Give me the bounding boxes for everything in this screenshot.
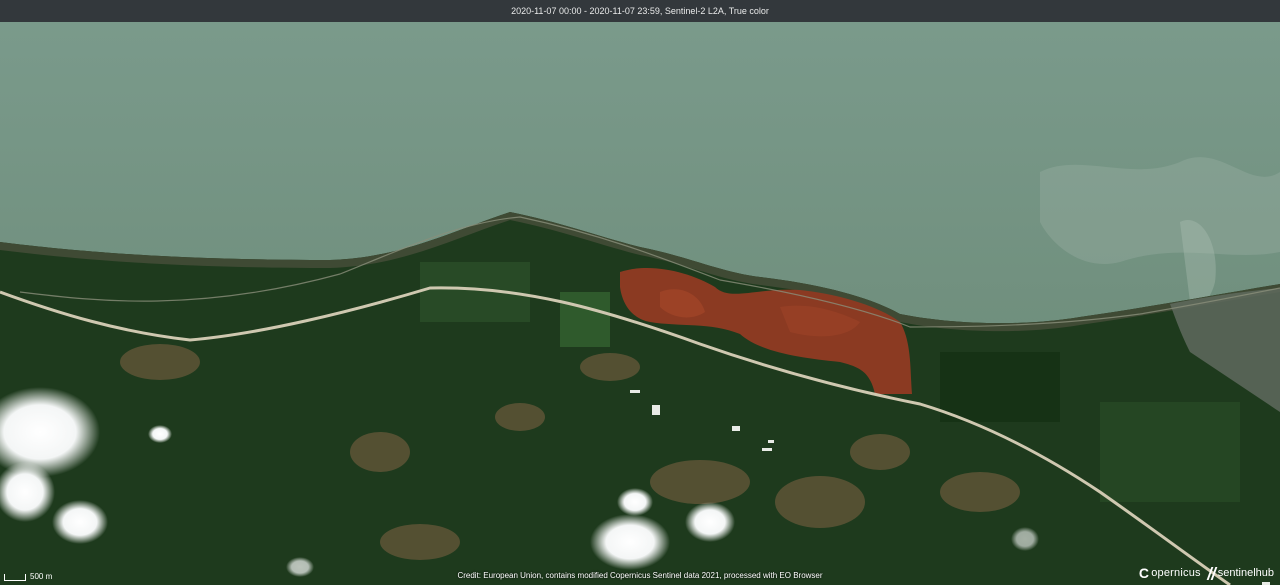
cloud <box>148 425 172 443</box>
copernicus-mark: C <box>1138 565 1150 581</box>
cloud <box>617 488 653 516</box>
image-info-text: 2020-11-07 00:00 - 2020-11-07 23:59, Sen… <box>511 6 769 16</box>
field-patch <box>940 352 1060 422</box>
satellite-map[interactable] <box>0 22 1280 585</box>
sea-foam <box>1040 157 1280 264</box>
eo-browser-view: 2020-11-07 00:00 - 2020-11-07 23:59, Sen… <box>0 0 1280 585</box>
cloud <box>685 502 735 542</box>
attribution: Credit: European Union, contains modifie… <box>457 571 823 580</box>
logos: C opernicus sentinelhub <box>1139 565 1274 581</box>
field-patch <box>560 292 610 347</box>
cloud <box>1011 527 1039 551</box>
sentinelhub-logo[interactable]: sentinelhub <box>1206 566 1274 580</box>
field-patch <box>1100 402 1240 502</box>
cloud <box>52 500 108 544</box>
copernicus-text: opernicus <box>1151 567 1201 579</box>
cloud <box>590 514 670 570</box>
image-info-bar: 2020-11-07 00:00 - 2020-11-07 23:59, Sen… <box>0 0 1280 22</box>
sentinelhub-text: sentinelhub <box>1217 567 1274 579</box>
sentinelhub-icon <box>1206 566 1218 580</box>
copernicus-logo[interactable]: C opernicus <box>1139 565 1201 581</box>
